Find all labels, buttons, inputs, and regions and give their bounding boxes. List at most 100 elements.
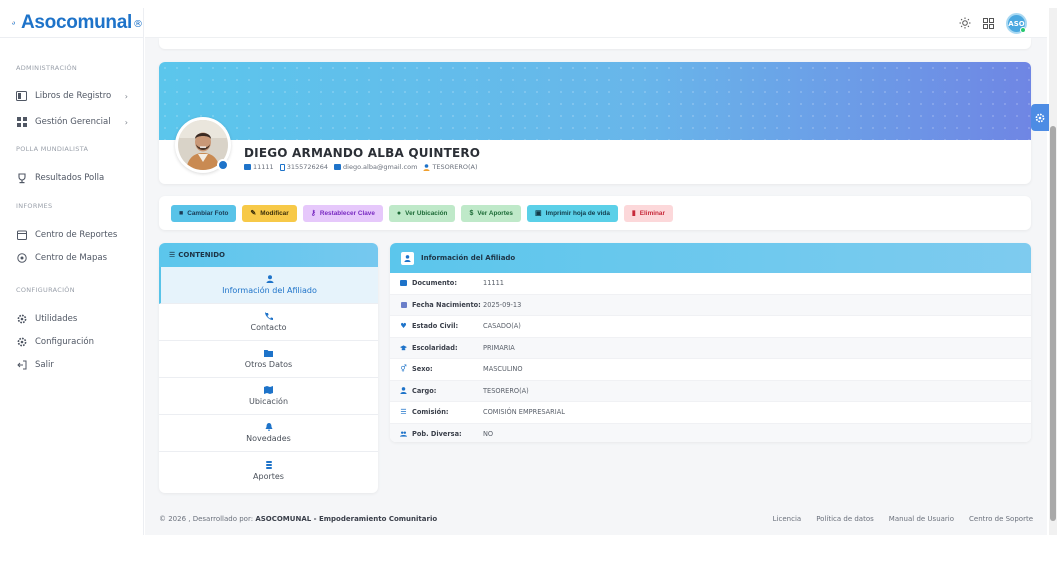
main-content: DIEGO ARMANDO ALBA QUINTERO 11111 315572… — [145, 38, 1047, 535]
menu-item-otros-datos[interactable]: Otros Datos — [159, 341, 378, 378]
modificar-button[interactable]: ✎ Modificar — [242, 204, 297, 222]
user-avatar[interactable]: ASO — [1006, 13, 1027, 34]
sidebar-item-centro-de-mapas[interactable]: Centro de Mapas — [0, 248, 144, 268]
apps-grid-icon[interactable] — [983, 14, 994, 33]
row-value: MASCULINO — [483, 365, 523, 374]
row-value: COMISIÓN EMPRESARIAL — [483, 408, 565, 417]
sidebar-item-utilidades[interactable]: Utilidades — [0, 309, 144, 329]
profile-phone-value: 3155726264 — [286, 163, 329, 171]
ver-ubicacion-button[interactable]: ● Ver Ubicación — [388, 204, 456, 222]
row-value: 2025-09-13 — [483, 300, 522, 309]
page-scrollbar[interactable] — [1049, 8, 1057, 535]
cambiar-foto-button[interactable]: ■ Cambiar Foto — [171, 204, 237, 222]
topbar-actions: ASO — [959, 13, 1027, 34]
section-label: INFORMES — [16, 202, 53, 210]
section-label: CONFIGURACIÓN — [16, 286, 75, 294]
sidebar-item-centro-de-reportes[interactable]: Centro de Reportes — [0, 225, 144, 245]
row-label-text: Pob. Diversa: — [412, 430, 462, 439]
row-value: CASADO(A) — [483, 322, 521, 331]
profile-photo[interactable] — [175, 117, 231, 173]
gear-icon — [1035, 113, 1045, 122]
profile-document: 11111 — [244, 163, 274, 171]
sidebar-item-label: Salir — [35, 360, 54, 370]
footer-company[interactable]: ASOCOMUNAL - Empoderamiento Comunitario — [255, 515, 437, 523]
row-label: Pob. Diversa: — [390, 430, 483, 438]
photo-camera-badge[interactable] — [217, 159, 229, 171]
row-label-text: Documento: — [412, 279, 457, 288]
row-label: Escolaridad: — [390, 344, 483, 352]
sidebar-item-resultados-polla[interactable]: Resultados Polla — [0, 168, 144, 188]
settings-customizer-tab[interactable] — [1031, 104, 1049, 131]
affiliate-info-header: Información del Afiliado — [390, 243, 1031, 273]
menu-item-ubicacion[interactable]: Ubicación — [159, 378, 378, 415]
brand-name: Asocomunal — [20, 11, 132, 33]
key-icon: ⚷ — [310, 210, 316, 217]
affiliate-info-table: Documento: 11111 Fecha Nacimiento: 2025-… — [390, 273, 1031, 442]
section-label: ADMINISTRACIÓN — [16, 64, 78, 72]
footer-link-manual-de-usuario[interactable]: Manual de Usuario — [889, 515, 954, 523]
profile-email: diego.alba@gmail.com — [334, 163, 417, 171]
imprimir-hoja-de-vida-button[interactable]: ▣ Imprimir hoja de vida — [526, 204, 618, 222]
phone-icon — [279, 163, 285, 171]
menu-item-label: Otros Datos — [244, 360, 293, 369]
sidebar-item-gestion-gerencial[interactable]: Gestión Gerencial › — [0, 112, 144, 132]
gender-icon: ⚥ — [400, 365, 407, 374]
theme-toggle-sun-icon[interactable] — [959, 14, 971, 33]
sidebar-section-admin: ADMINISTRACIÓN Libros de Registro › Gest… — [0, 64, 144, 132]
sidebar-item-label: Gestión Gerencial — [35, 117, 111, 127]
affiliate-info-card: Información del Afiliado Documento: 1111… — [390, 243, 1031, 442]
affiliate-info-title: Información del Afiliado — [421, 254, 516, 262]
brand[interactable]: Asocomunal ® — [0, 8, 143, 38]
footer-link-licencia[interactable]: Licencia — [773, 515, 802, 523]
sidebar-item-label: Centro de Reportes — [35, 230, 118, 240]
row-label: ⚥ Sexo: — [390, 365, 483, 373]
button-label: Ver Aportes — [477, 209, 513, 217]
row-label: Cargo: — [390, 387, 483, 395]
menu-item-novedades[interactable]: Novedades — [159, 415, 378, 452]
profile-banner — [159, 62, 1031, 140]
menu-item-contacto[interactable]: Contacto — [159, 304, 378, 341]
sidebar-item-label: Resultados Polla — [35, 173, 105, 183]
profile-name: DIEGO ARMANDO ALBA QUINTERO — [244, 146, 481, 160]
table-row: ⚥ Sexo: MASCULINO — [390, 359, 1031, 381]
ver-aportes-button[interactable]: $ Ver Aportes — [461, 204, 521, 222]
footer-link-centro-de-soporte[interactable]: Centro de Soporte — [969, 515, 1033, 523]
menu-item-informacion-afiliado[interactable]: Información del Afiliado — [159, 267, 378, 304]
row-value: 11111 — [483, 279, 504, 288]
profile-phone: 3155726264 — [279, 163, 329, 171]
id-card-icon — [400, 280, 407, 287]
chevron-right-icon: › — [124, 117, 128, 127]
id-card-icon — [244, 164, 251, 170]
sidebar-item-libros-de-registro[interactable]: Libros de Registro › — [0, 86, 144, 106]
app-root: Asocomunal ® ADMINISTRACIÓN Libros de Re… — [0, 0, 1057, 569]
table-row: ☰ Comisión: COMISIÓN EMPRESARIAL — [390, 402, 1031, 424]
user-icon — [401, 251, 414, 265]
footer-link-politica-de-datos[interactable]: Política de datos — [816, 515, 874, 523]
row-value: PRIMARIA — [483, 343, 515, 352]
sidebar-item-salir[interactable]: Salir — [0, 355, 144, 375]
brand-registered-mark: ® — [133, 18, 143, 30]
row-label-text: Fecha Nacimiento: — [412, 300, 481, 309]
pencil-icon: ✎ — [250, 210, 257, 217]
logout-icon — [16, 360, 27, 371]
bell-icon — [264, 423, 273, 431]
profile-role-value: TESORERO(A) — [432, 163, 478, 171]
sidebar-item-configuracion[interactable]: Configuración — [0, 332, 144, 352]
calendar-icon — [16, 230, 27, 241]
scrollbar-thumb[interactable] — [1050, 126, 1056, 521]
eliminar-button[interactable]: ▮ Eliminar — [623, 204, 673, 222]
id-card-icon: ▣ — [534, 210, 542, 217]
grid-icon — [16, 117, 27, 128]
sidebar-item-label: Configuración — [35, 337, 94, 347]
button-label: Imprimir hoja de vida — [545, 209, 610, 217]
map-pin-icon — [16, 253, 27, 264]
user-icon — [423, 163, 430, 171]
menu-item-aportes[interactable]: Aportes — [159, 452, 378, 489]
user-tie-icon — [400, 387, 407, 395]
table-row: Fecha Nacimiento: 2025-09-13 — [390, 294, 1031, 316]
location-icon: ● — [396, 209, 402, 217]
row-label-text: Comisión: — [412, 408, 449, 417]
restablecer-clave-button[interactable]: ⚷ Restablecer Clave — [302, 204, 383, 222]
folder-icon — [264, 349, 273, 357]
user-icon — [265, 275, 274, 283]
